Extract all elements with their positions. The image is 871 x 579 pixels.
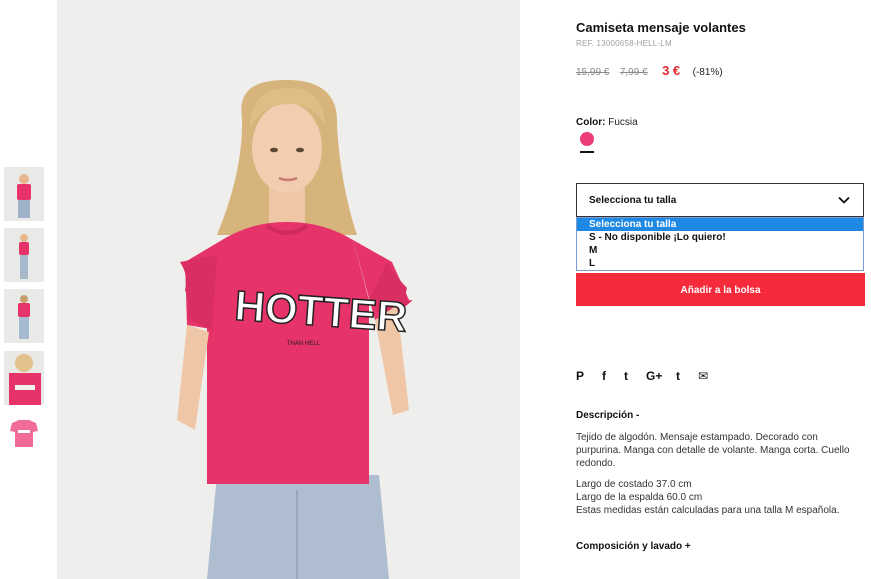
pinterest-icon[interactable]: P [576,369,584,383]
thumbnail-4-image [4,351,44,405]
measure-back-length: Largo de la espalda 60.0 cm [576,492,703,503]
google-plus-icon[interactable]: G+ [646,369,662,383]
color-value: Fucsia [608,117,638,128]
shirt-print-subtext: THAN HELL [287,341,321,347]
product-main-image[interactable]: HOTTER THAN HELL [57,0,520,579]
size-option-s[interactable]: S - No disponible ¡Lo quiero! [577,231,863,244]
thumbnail-5-image [4,413,44,467]
size-option-m[interactable]: M [577,244,863,257]
color-label: Color: [576,117,606,128]
original-price: 15,99 € [576,67,610,78]
twitter-icon[interactable]: t [624,369,628,383]
measure-side-length: Largo de costado 37.0 cm [576,479,692,490]
thumbnail-3-image [4,289,44,343]
size-option-l[interactable]: L [577,257,863,270]
size-select[interactable]: Selecciona tu talla [576,183,864,217]
size-dropdown-list: Selecciona tu talla S - No disponible ¡L… [576,217,864,271]
color-swatch-fucsia[interactable] [580,132,594,146]
thumbnail-3[interactable] [4,289,44,343]
thumbnail-2-image [4,228,44,282]
composition-toggle[interactable]: Composición y lavado + [576,541,691,552]
discount-badge: (-81%) [692,67,723,78]
thumbnail-1[interactable] [4,167,44,221]
email-icon[interactable]: ✉ [698,369,708,383]
chevron-down-icon [838,196,850,204]
thumbnail-4[interactable] [4,351,44,405]
previous-price: 7,99 € [619,67,648,78]
size-select-value: Selecciona tu talla [589,195,677,206]
price-row: 15,99 € 7,99 € 3 € (-81%) [576,62,723,78]
description-toggle[interactable]: Descripción - [576,410,639,421]
tumblr-icon[interactable]: t [676,369,680,383]
current-price: 3 € [662,63,681,78]
thumbnail-5[interactable] [4,413,44,467]
measurements: Largo de costado 37.0 cm Largo de la esp… [576,478,866,517]
thumbnail-1-image [4,167,44,221]
size-option-placeholder[interactable]: Selecciona tu talla [577,218,863,231]
facebook-icon[interactable]: f [602,369,606,383]
model-photo: HOTTER THAN HELL [57,0,520,579]
description-text: Tejido de algodón. Mensaje estampado. De… [576,432,850,469]
product-title: Camiseta mensaje volantes [576,20,746,35]
measure-note: Estas medidas están calculadas para una … [576,505,840,516]
add-to-bag-button[interactable]: Añadir a la bolsa [576,273,865,306]
product-ref: REF. 13000658-HELL-LM [576,39,672,48]
thumbnail-2[interactable] [4,228,44,282]
color-label-row: Color: Fucsia [576,117,638,128]
swatch-selected-indicator [580,151,594,153]
